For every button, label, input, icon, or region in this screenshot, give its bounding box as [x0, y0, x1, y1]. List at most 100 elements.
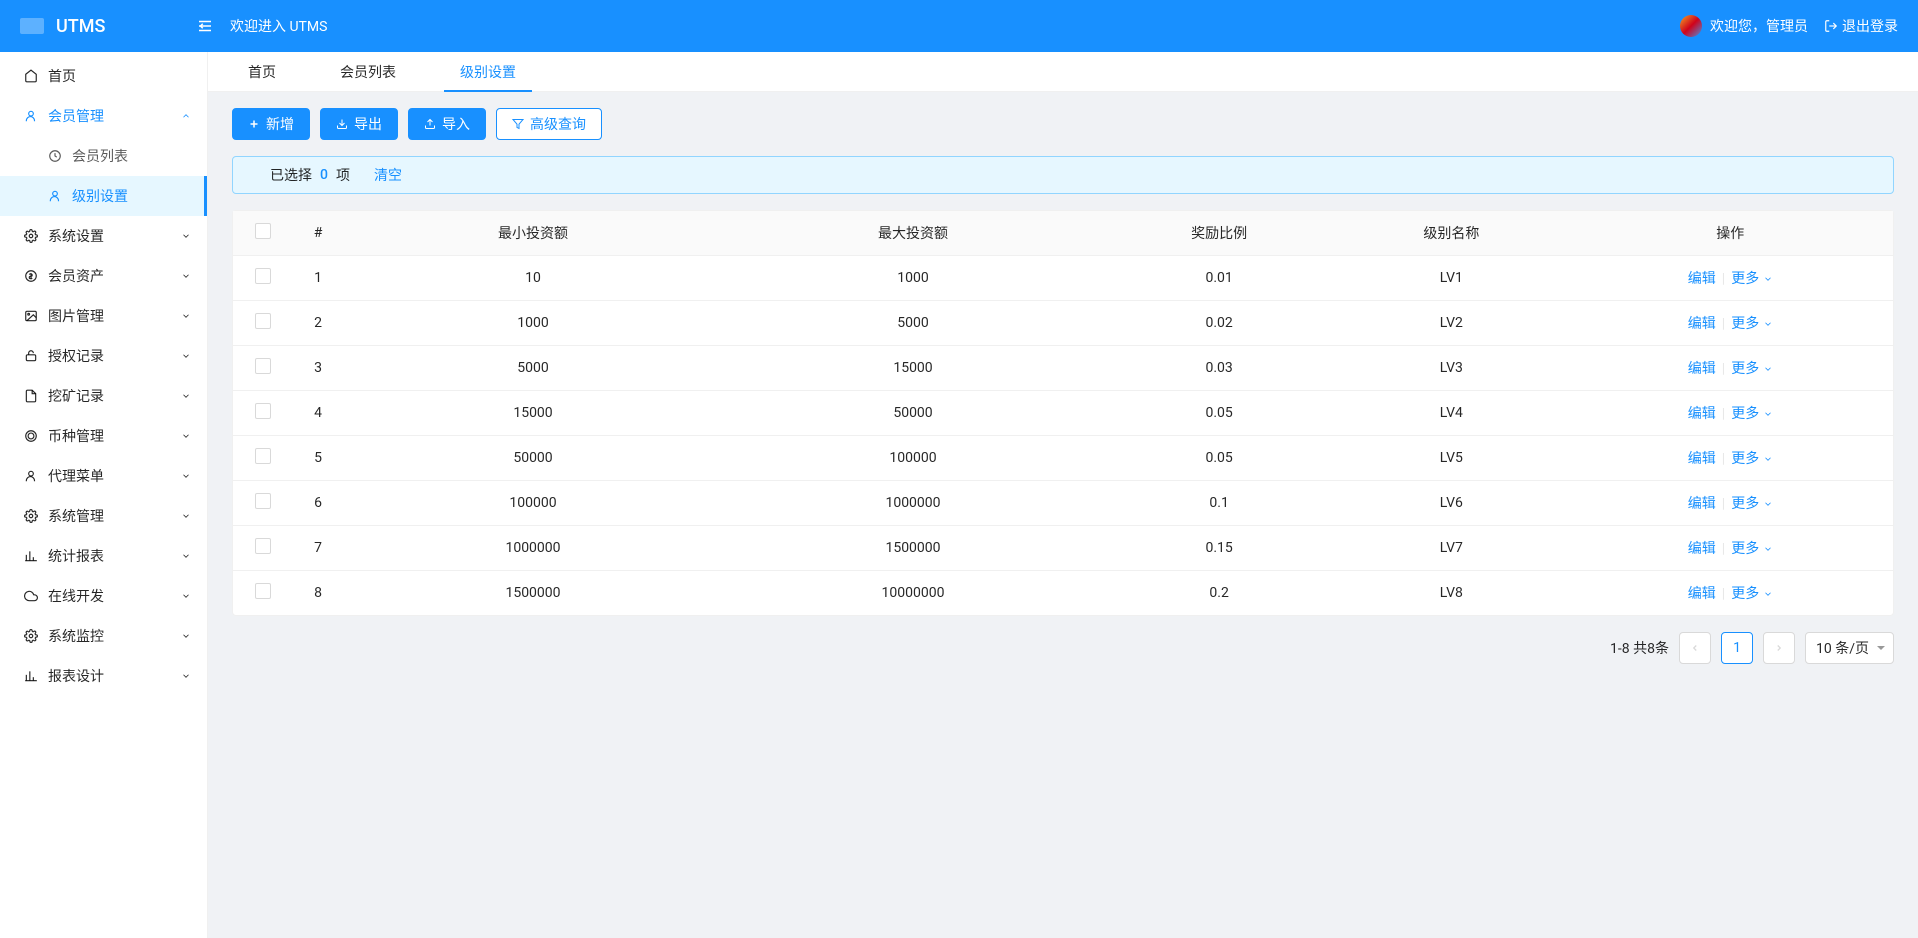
sidebar-collapse-icon[interactable] [196, 17, 214, 35]
col-min-invest: 最小投资额 [343, 211, 723, 256]
image-icon [24, 309, 38, 323]
more-link[interactable]: 更多 [1731, 361, 1772, 377]
chevron-down-icon [181, 511, 191, 521]
cell-min: 10 [343, 256, 723, 301]
more-link[interactable]: 更多 [1731, 271, 1772, 287]
table-row: 81500000100000000.2LV8编辑|更多 [233, 571, 1893, 615]
chevron-down-icon [1763, 589, 1773, 599]
tab-2[interactable]: 级别设置 [444, 52, 532, 92]
sidebar-item-0[interactable]: 首页 [0, 56, 207, 96]
cell-num: 6 [293, 481, 343, 526]
sidebar-item-3[interactable]: 会员资产 [0, 256, 207, 296]
logout-button[interactable]: 退出登录 [1824, 16, 1898, 36]
edit-link[interactable]: 编辑 [1688, 496, 1716, 512]
logo [20, 18, 44, 34]
sidebar-subitem-1-1[interactable]: 级别设置 [0, 176, 207, 216]
sidebar-item-6[interactable]: 挖矿记录 [0, 376, 207, 416]
coin-icon [24, 429, 38, 443]
sidebar-item-10[interactable]: 统计报表 [0, 536, 207, 576]
clear-selection[interactable]: 清空 [374, 165, 402, 185]
sidebar-item-11[interactable]: 在线开发 [0, 576, 207, 616]
row-checkbox[interactable] [255, 583, 271, 599]
cell-name: LV7 [1335, 526, 1567, 571]
sidebar-item-label: 系统设置 [48, 226, 104, 246]
cell-name: LV1 [1335, 256, 1567, 301]
row-checkbox[interactable] [255, 358, 271, 374]
cell-num: 1 [293, 256, 343, 301]
row-checkbox[interactable] [255, 493, 271, 509]
cell-max: 10000000 [723, 571, 1103, 615]
selected-count: 0 [320, 167, 328, 183]
page-1[interactable]: 1 [1721, 632, 1753, 664]
tab-1[interactable]: 会员列表 [324, 52, 412, 92]
chevron-down-icon [181, 351, 191, 361]
cell-ratio: 0.2 [1103, 571, 1335, 615]
more-link[interactable]: 更多 [1731, 451, 1772, 467]
cell-name: LV5 [1335, 436, 1567, 481]
tab-0[interactable]: 首页 [232, 52, 292, 92]
more-link[interactable]: 更多 [1731, 496, 1772, 512]
sidebar-item-12[interactable]: 系统监控 [0, 616, 207, 656]
more-link[interactable]: 更多 [1731, 541, 1772, 557]
chart-icon [24, 549, 38, 563]
chevron-down-icon [181, 471, 191, 481]
cell-name: LV6 [1335, 481, 1567, 526]
edit-link[interactable]: 编辑 [1688, 271, 1716, 287]
sidebar-item-5[interactable]: 授权记录 [0, 336, 207, 376]
col-num: # [293, 211, 343, 256]
row-checkbox[interactable] [255, 268, 271, 284]
cell-num: 2 [293, 301, 343, 346]
page-size-select[interactable]: 10 条/页 [1805, 632, 1894, 664]
next-page[interactable] [1763, 632, 1795, 664]
row-checkbox[interactable] [255, 448, 271, 464]
gear-icon [24, 509, 38, 523]
sidebar-item-label: 系统监控 [48, 626, 104, 646]
sidebar-item-label: 系统管理 [48, 506, 104, 526]
sidebar-item-13[interactable]: 报表设计 [0, 656, 207, 696]
edit-link[interactable]: 编辑 [1688, 361, 1716, 377]
user-menu[interactable]: 欢迎您，管理员 [1680, 15, 1808, 37]
more-link[interactable]: 更多 [1731, 406, 1772, 422]
row-checkbox[interactable] [255, 538, 271, 554]
sidebar-item-9[interactable]: 系统管理 [0, 496, 207, 536]
sidebar-item-label: 代理菜单 [48, 466, 104, 486]
chevron-down-icon [181, 631, 191, 641]
table-row: 610000010000000.1LV6编辑|更多 [233, 481, 1893, 526]
prev-page[interactable] [1679, 632, 1711, 664]
edit-link[interactable]: 编辑 [1688, 316, 1716, 332]
sidebar-item-2[interactable]: 系统设置 [0, 216, 207, 256]
sidebar-item-1[interactable]: 会员管理 [0, 96, 207, 136]
chevron-down-icon [1763, 274, 1773, 284]
sidebar-item-4[interactable]: 图片管理 [0, 296, 207, 336]
add-button[interactable]: 新增 [232, 108, 310, 140]
import-button[interactable]: 导入 [408, 108, 486, 140]
user-icon [24, 469, 38, 483]
edit-link[interactable]: 编辑 [1688, 586, 1716, 602]
sidebar-item-8[interactable]: 代理菜单 [0, 456, 207, 496]
chevron-down-icon [1763, 544, 1773, 554]
export-button[interactable]: 导出 [320, 108, 398, 140]
chevron-down-icon [1763, 409, 1773, 419]
select-all-checkbox[interactable] [255, 223, 271, 239]
cell-max: 15000 [723, 346, 1103, 391]
sidebar-subitem-1-0[interactable]: 会员列表 [0, 136, 207, 176]
user-icon [48, 189, 62, 203]
advanced-search-button[interactable]: 高级查询 [496, 108, 602, 140]
chevron-down-icon [1763, 364, 1773, 374]
row-checkbox[interactable] [255, 403, 271, 419]
sidebar-item-label: 图片管理 [48, 306, 104, 326]
more-link[interactable]: 更多 [1731, 586, 1772, 602]
edit-link[interactable]: 编辑 [1688, 541, 1716, 557]
sidebar-item-label: 授权记录 [48, 346, 104, 366]
table-row: 7100000015000000.15LV7编辑|更多 [233, 526, 1893, 571]
row-checkbox[interactable] [255, 313, 271, 329]
cell-ratio: 0.05 [1103, 391, 1335, 436]
edit-link[interactable]: 编辑 [1688, 451, 1716, 467]
cell-max: 50000 [723, 391, 1103, 436]
sidebar-item-7[interactable]: 币种管理 [0, 416, 207, 456]
edit-link[interactable]: 编辑 [1688, 406, 1716, 422]
cell-num: 8 [293, 571, 343, 615]
file-icon [24, 389, 38, 403]
pagination: 1-8 共8条 1 10 条/页 [232, 632, 1894, 664]
more-link[interactable]: 更多 [1731, 316, 1772, 332]
